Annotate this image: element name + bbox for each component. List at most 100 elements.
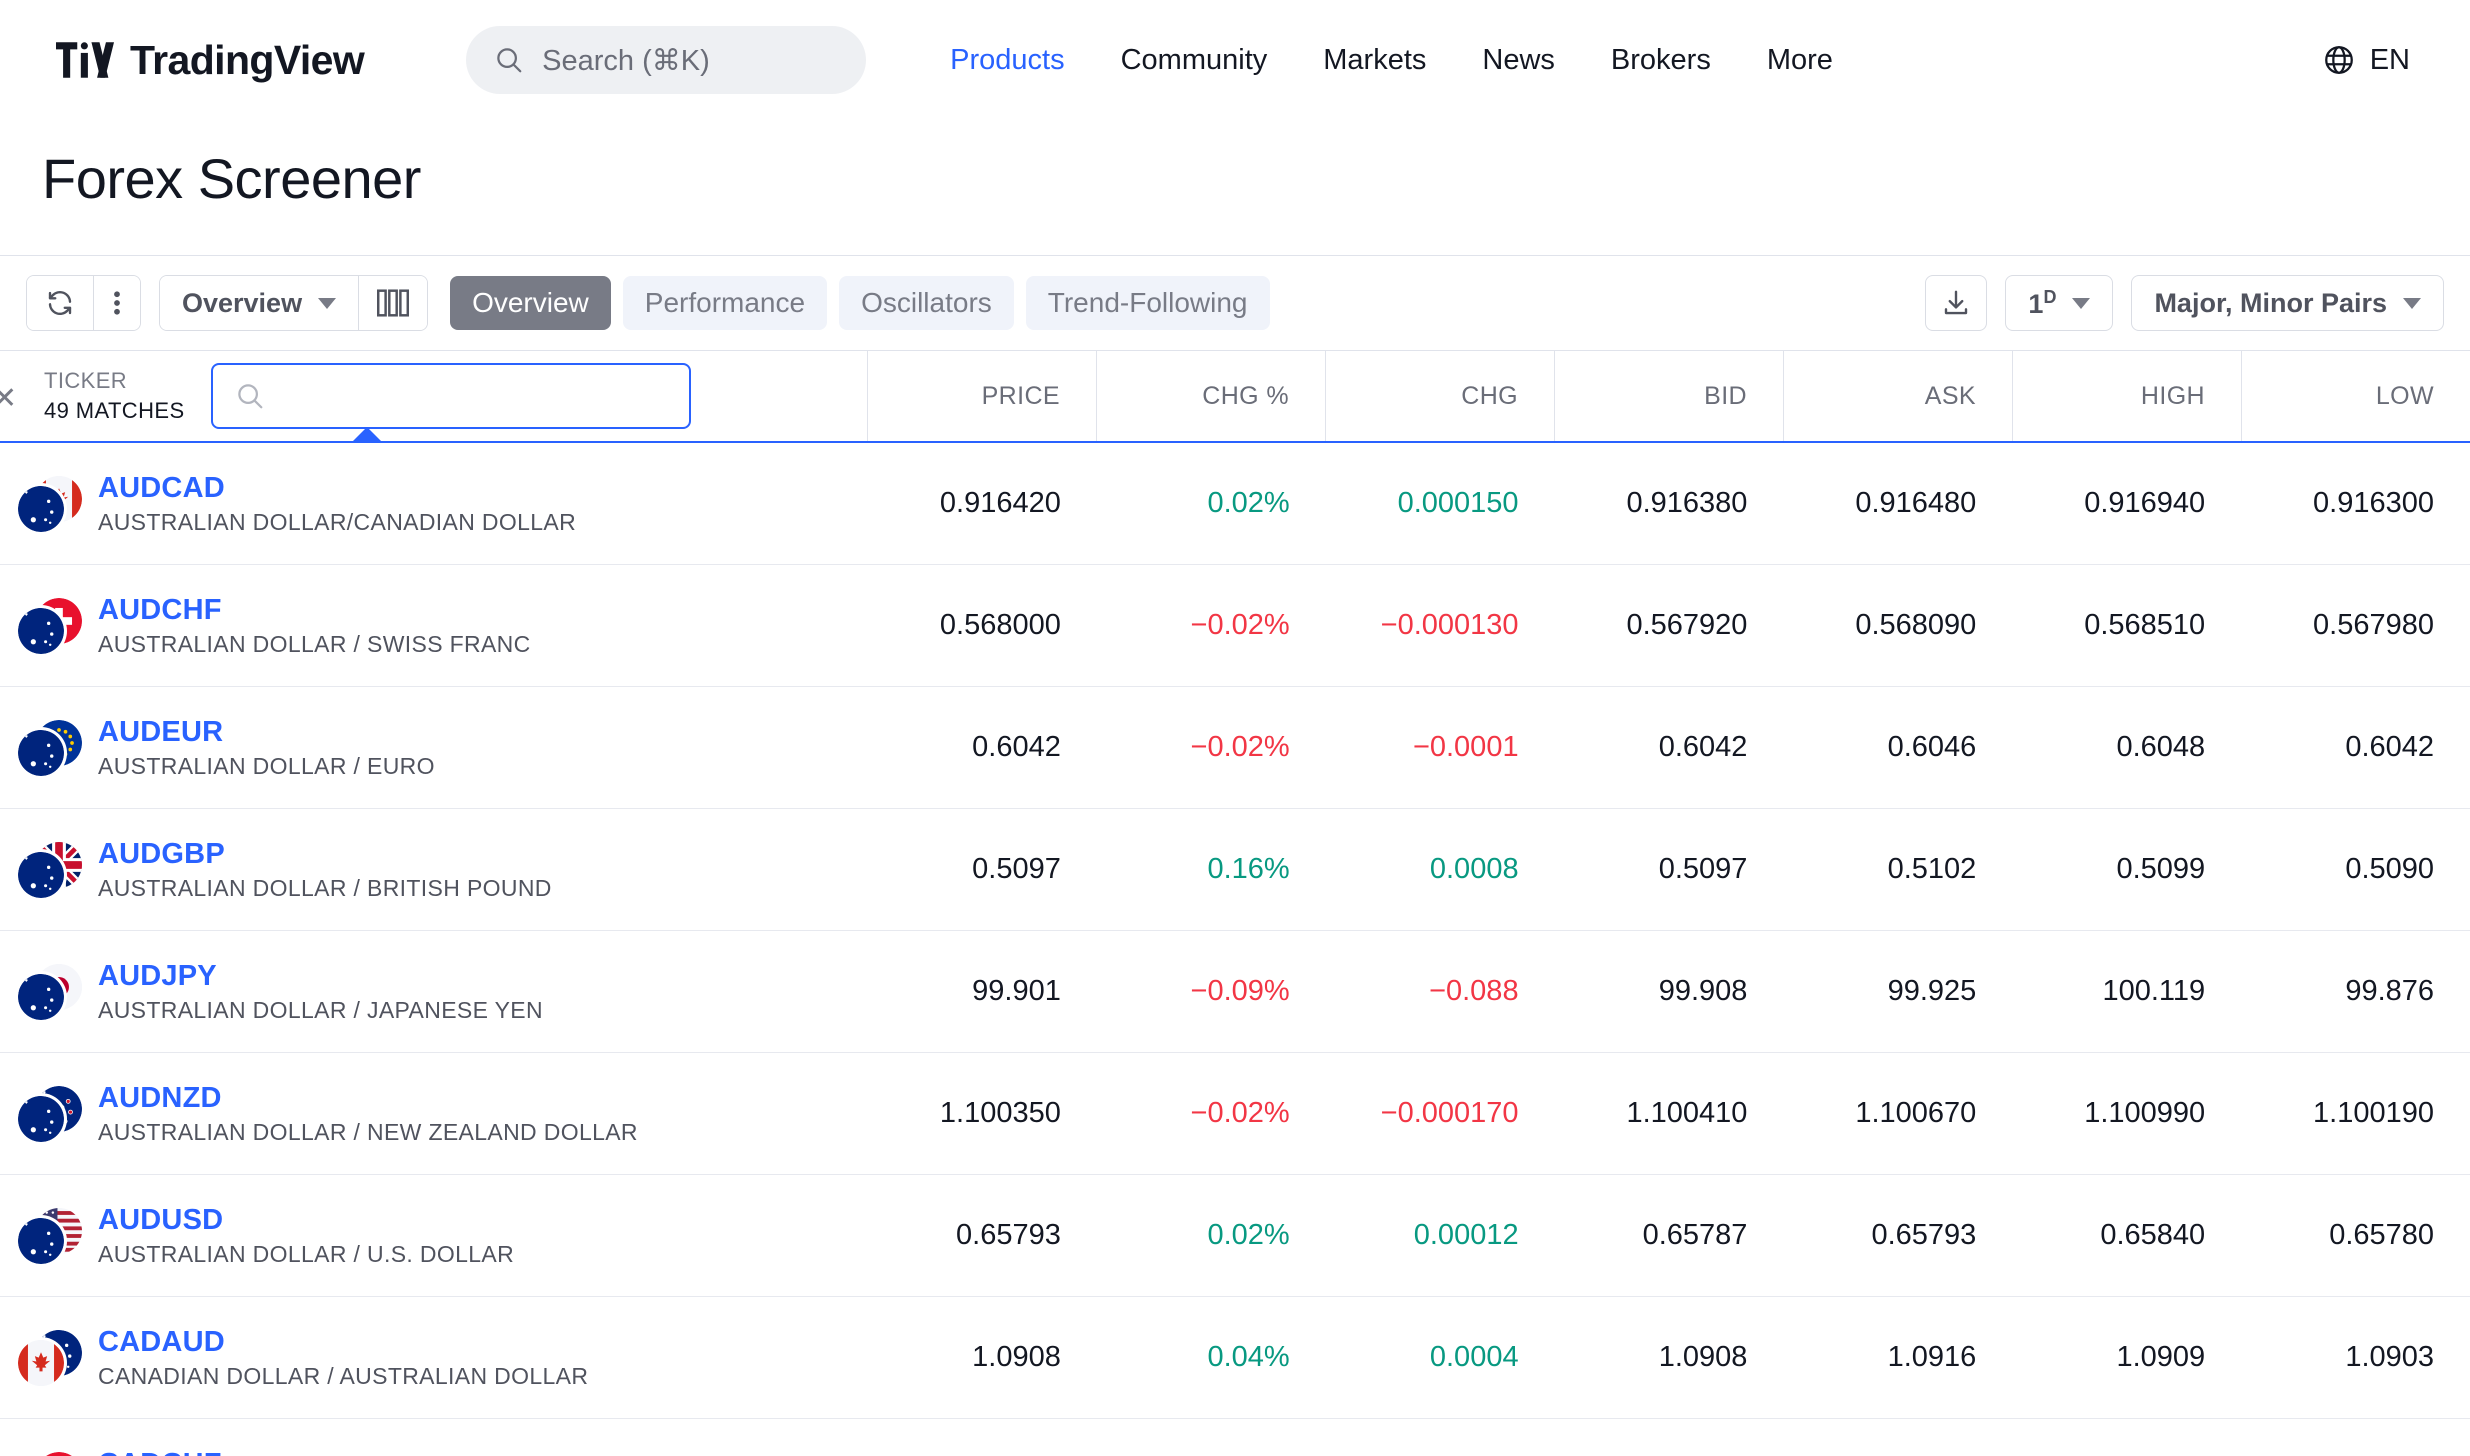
ticker-header-label: TICKER xyxy=(44,368,128,394)
price-cell: 0.65793 xyxy=(956,1219,1061,1251)
ticker-cell: AUDEUR AUSTRALIAN DOLLAR / EURO xyxy=(0,687,868,808)
change-percent-cell: 0.16% xyxy=(1207,853,1290,885)
tab-performance[interactable]: Performance xyxy=(622,276,828,330)
global-search-box[interactable]: Search (⌘K) xyxy=(466,26,867,94)
ticker-symbol-link[interactable]: AUDEUR xyxy=(98,716,435,749)
tab-oscillators[interactable]: Oscillators xyxy=(839,276,1014,330)
low-cell: 1.0903 xyxy=(2345,1341,2435,1373)
nav-link-products[interactable]: Products xyxy=(922,44,1092,77)
ticker-text-block: AUDEUR AUSTRALIAN DOLLAR / EURO xyxy=(98,716,435,780)
base-currency-flag-icon xyxy=(18,729,64,776)
low-cell: 0.567980 xyxy=(2313,609,2435,641)
preset-dropdown[interactable]: Overview xyxy=(160,276,359,330)
ticker-symbol-link[interactable]: CADAUD xyxy=(98,1326,588,1359)
low-cell: 0.65780 xyxy=(2329,1219,2435,1251)
change-percent-cell: −0.02% xyxy=(1190,609,1290,641)
column-header-bid[interactable]: BID xyxy=(1555,351,1784,441)
close-icon[interactable]: ✕ xyxy=(0,381,17,416)
nav-link-more[interactable]: More xyxy=(1739,44,1861,77)
ticker-symbol-link[interactable]: AUDUSD xyxy=(98,1204,514,1237)
ticker-symbol-link[interactable]: CADCHF xyxy=(98,1448,504,1456)
refresh-more-group xyxy=(26,275,141,331)
tab-trend-following[interactable]: Trend-Following xyxy=(1025,276,1270,330)
high-cell: 0.568510 xyxy=(2084,609,2206,641)
table-row[interactable]: CADAUD CANADIAN DOLLAR / AUSTRALIAN DOLLA… xyxy=(0,1297,2470,1419)
table-row[interactable]: AUDNZD AUSTRALIAN DOLLAR / NEW ZEALAND DO… xyxy=(0,1053,2470,1175)
download-button[interactable] xyxy=(1925,275,1988,331)
currency-pair-flags xyxy=(18,963,82,1020)
base-currency-flag-icon xyxy=(18,851,64,898)
chevron-down-icon xyxy=(318,297,337,309)
nav-link-markets[interactable]: Markets xyxy=(1295,44,1454,77)
toolbar-more-button[interactable] xyxy=(93,276,140,330)
forex-screener-table: ✕ TICKER 49 MATCHES PRICE CHG % CHG BID … xyxy=(0,351,2470,1456)
refresh-button[interactable] xyxy=(27,276,93,330)
change-cell: 0.00012 xyxy=(1413,1219,1519,1251)
high-cell: 0.62020 xyxy=(2012,1419,2241,1456)
globe-icon xyxy=(2324,46,2353,74)
low-cell: 0.61947 xyxy=(2241,1419,2470,1456)
currency-pair-flags xyxy=(18,719,82,776)
column-header-chg[interactable]: CHG xyxy=(1326,351,1555,441)
screener-tab-group: Overview Performance Oscillators Trend-F… xyxy=(450,276,1270,330)
tradingview-logo-icon xyxy=(56,42,114,78)
table-row[interactable]: AUDJPY AUSTRALIAN DOLLAR / JAPANESE YEN 99… xyxy=(0,931,2470,1053)
high-cell: 0.6048 xyxy=(2116,731,2206,763)
table-row[interactable]: AUDUSD AUSTRALIAN DOLLAR / U.S. DOLLAR 0.6… xyxy=(0,1175,2470,1297)
ticker-symbol-link[interactable]: AUDJPY xyxy=(98,960,543,993)
market-filter-label: Major, Minor Pairs xyxy=(2154,287,2387,318)
ticker-symbol-link[interactable]: AUDNZD xyxy=(98,1082,638,1115)
ask-cell: 0.5102 xyxy=(1887,853,1977,885)
refresh-icon xyxy=(48,290,72,316)
tab-overview[interactable]: Overview xyxy=(450,276,611,330)
timeframe-unit: D xyxy=(2043,286,2057,307)
table-row[interactable]: AUDCAD AUSTRALIAN DOLLAR/CANADIAN DOLLAR 0… xyxy=(0,443,2470,565)
base-currency-flag-icon xyxy=(18,973,64,1020)
ticker-description: AUSTRALIAN DOLLAR / SWISS FRANC xyxy=(98,630,531,657)
chevron-down-icon xyxy=(2072,297,2091,309)
ticker-symbol-link[interactable]: AUDCHF xyxy=(98,594,531,627)
change-cell: 0.0004 xyxy=(1429,1341,1519,1373)
brand-logo-link[interactable]: TradingView xyxy=(56,37,365,84)
ticker-text-block: AUDCHF AUSTRALIAN DOLLAR / SWISS FRANC xyxy=(98,594,531,658)
ticker-symbol-link[interactable]: AUDGBP xyxy=(98,838,552,871)
ticker-cell: AUDNZD AUSTRALIAN DOLLAR / NEW ZEALAND DO… xyxy=(0,1053,868,1174)
table-row[interactable]: AUDEUR AUSTRALIAN DOLLAR / EURO 0.6042 −0.0… xyxy=(0,687,2470,809)
language-selector[interactable]: EN xyxy=(2322,43,2428,77)
column-header-ask[interactable]: ASK xyxy=(1784,351,2013,441)
ticker-text-block: AUDGBP AUSTRALIAN DOLLAR / BRITISH POUND xyxy=(98,838,552,902)
low-cell: 0.6042 xyxy=(2345,731,2435,763)
ticker-description: AUSTRALIAN DOLLAR / JAPANESE YEN xyxy=(98,996,543,1023)
table-row[interactable]: AUDGBP AUSTRALIAN DOLLAR / BRITISH POUND 0… xyxy=(0,809,2470,931)
columns-button[interactable] xyxy=(358,276,428,330)
ticker-text-block: AUDUSD AUSTRALIAN DOLLAR / U.S. DOLLAR xyxy=(98,1204,514,1268)
bid-cell: 0.65787 xyxy=(1642,1219,1748,1251)
currency-pair-flags xyxy=(18,597,82,654)
preset-columns-group: Overview xyxy=(159,275,429,331)
ask-cell: 0.65793 xyxy=(1871,1219,1977,1251)
nav-link-brokers[interactable]: Brokers xyxy=(1583,44,1739,77)
bid-cell: 1.0908 xyxy=(1658,1341,1748,1373)
nav-link-news[interactable]: News xyxy=(1454,44,1583,77)
bid-cell: 1.100410 xyxy=(1626,1097,1748,1129)
market-filter-dropdown[interactable]: Major, Minor Pairs xyxy=(2131,275,2444,331)
column-header-high[interactable]: HIGH xyxy=(2013,351,2242,441)
table-row[interactable]: AUDCHF AUSTRALIAN DOLLAR / SWISS FRANC 0.5… xyxy=(0,565,2470,687)
ticker-search-input[interactable] xyxy=(210,363,691,441)
column-header-chg-pct[interactable]: CHG % xyxy=(1097,351,1326,441)
change-cell: 0.0008 xyxy=(1429,853,1519,885)
column-header-price[interactable]: PRICE xyxy=(868,351,1097,441)
low-cell: 99.876 xyxy=(2345,975,2435,1007)
timeframe-value: 1 xyxy=(2028,288,2044,319)
ticker-cell: CADAUD CANADIAN DOLLAR / AUSTRALIAN DOLLA… xyxy=(0,1297,868,1418)
high-cell: 1.100990 xyxy=(2084,1097,2206,1129)
bid-cell: 99.908 xyxy=(1658,975,1748,1007)
ticker-symbol-link[interactable]: AUDCAD xyxy=(98,472,576,505)
column-header-low[interactable]: LOW xyxy=(2242,351,2470,441)
timeframe-dropdown[interactable]: 1D xyxy=(2005,275,2114,331)
change-percent-cell: −0.09% xyxy=(1190,975,1290,1007)
change-cell: −0.000130 xyxy=(1380,609,1519,641)
nav-link-community[interactable]: Community xyxy=(1093,44,1296,77)
table-row[interactable]: CADCHFCANADIAN DOLLAR / SWISS FRANC 0.619… xyxy=(0,1419,2470,1456)
ticker-cell: AUDUSD AUSTRALIAN DOLLAR / U.S. DOLLAR xyxy=(0,1175,868,1296)
